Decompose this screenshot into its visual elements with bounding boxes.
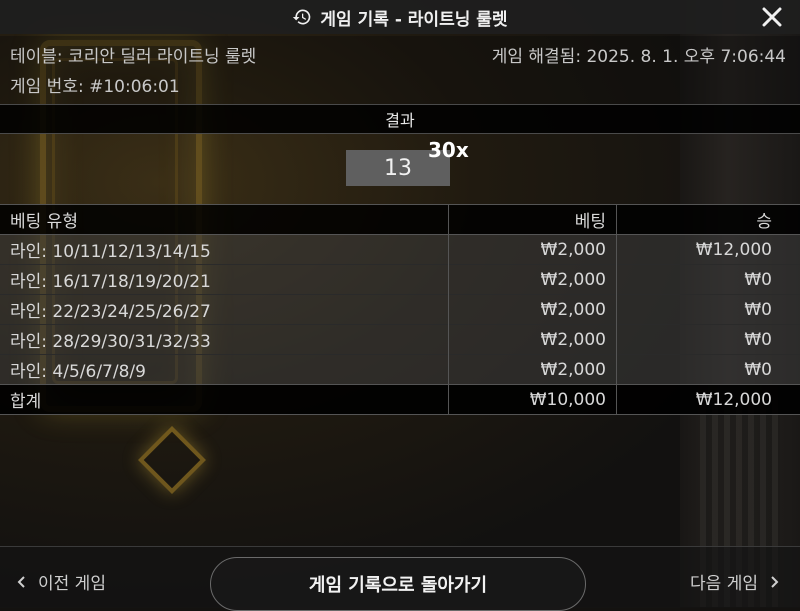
column-header-win: 승 [617, 205, 800, 235]
bet-amount-cell: ₩2,000 [449, 295, 617, 325]
table-row: 라인: 10/11/12/13/14/15 ₩2,000 ₩12,000 [0, 235, 800, 265]
table-row: 라인: 22/23/24/25/26/27 ₩2,000 ₩0 [0, 295, 800, 325]
title-bar: 게임 기록 - 라이트닝 룰렛 [0, 0, 800, 34]
chevron-left-icon [16, 575, 28, 589]
win-amount-cell: ₩0 [617, 355, 800, 385]
win-amount-cell: ₩0 [617, 325, 800, 355]
previous-game-label: 이전 게임 [38, 569, 106, 594]
bet-type-cell: 라인: 16/17/18/19/20/21 [0, 265, 449, 295]
table-name: 테이블: 코리안 딜러 라이트닝 룰렛 [10, 42, 256, 67]
footer-nav: 이전 게임 게임 기록으로 돌아가기 다음 게임 [0, 546, 800, 608]
table-row: 라인: 16/17/18/19/20/21 ₩2,000 ₩0 [0, 265, 800, 295]
history-icon [292, 7, 312, 27]
column-header-bet: 베팅 [449, 205, 617, 235]
win-amount-cell: ₩12,000 [617, 235, 800, 265]
column-header-bet-type: 베팅 유형 [0, 205, 449, 235]
result-header: 결과 [0, 104, 800, 134]
bets-table: 베팅 유형 베팅 승 라인: 10/11/12/13/14/15 ₩2,000 … [0, 204, 800, 415]
bet-amount-cell: ₩2,000 [449, 265, 617, 295]
next-game-label: 다음 게임 [690, 569, 758, 594]
total-row: 합계 ₩10,000 ₩12,000 [0, 385, 800, 415]
back-to-history-label: 게임 기록으로 돌아가기 [309, 571, 487, 597]
game-info-panel: 테이블: 코리안 딜러 라이트닝 룰렛 게임 번호: #10:06:01 게임 … [0, 36, 800, 104]
game-resolved-time: 게임 해결됨: 2025. 8. 1. 오후 7:06:44 [492, 42, 786, 67]
back-to-history-button[interactable]: 게임 기록으로 돌아가기 [210, 557, 586, 611]
win-amount-cell: ₩0 [617, 295, 800, 325]
dialog-title: 게임 기록 - 라이트닝 룰렛 [320, 5, 507, 30]
table-header-row: 베팅 유형 베팅 승 [0, 205, 800, 235]
lightning-multiplier: 30x [428, 138, 469, 162]
previous-game-button[interactable]: 이전 게임 [16, 569, 106, 594]
total-bet: ₩10,000 [449, 385, 617, 415]
bet-amount-cell: ₩2,000 [449, 235, 617, 265]
close-icon[interactable] [758, 3, 786, 31]
bet-amount-cell: ₩2,000 [449, 355, 617, 385]
total-label: 합계 [0, 385, 449, 415]
bet-type-cell: 라인: 4/5/6/7/8/9 [0, 355, 449, 385]
result-header-label: 결과 [385, 107, 414, 131]
total-win: ₩12,000 [617, 385, 800, 415]
result-number: 13 [384, 156, 412, 181]
table-row: 라인: 28/29/30/31/32/33 ₩2,000 ₩0 [0, 325, 800, 355]
game-number: 게임 번호: #10:06:01 [10, 72, 180, 97]
next-game-button[interactable]: 다음 게임 [690, 569, 780, 594]
win-amount-cell: ₩0 [617, 265, 800, 295]
chevron-right-icon [768, 575, 780, 589]
bet-type-cell: 라인: 22/23/24/25/26/27 [0, 295, 449, 325]
bet-type-cell: 라인: 28/29/30/31/32/33 [0, 325, 449, 355]
bet-type-cell: 라인: 10/11/12/13/14/15 [0, 235, 449, 265]
bet-amount-cell: ₩2,000 [449, 325, 617, 355]
table-row: 라인: 4/5/6/7/8/9 ₩2,000 ₩0 [0, 355, 800, 385]
